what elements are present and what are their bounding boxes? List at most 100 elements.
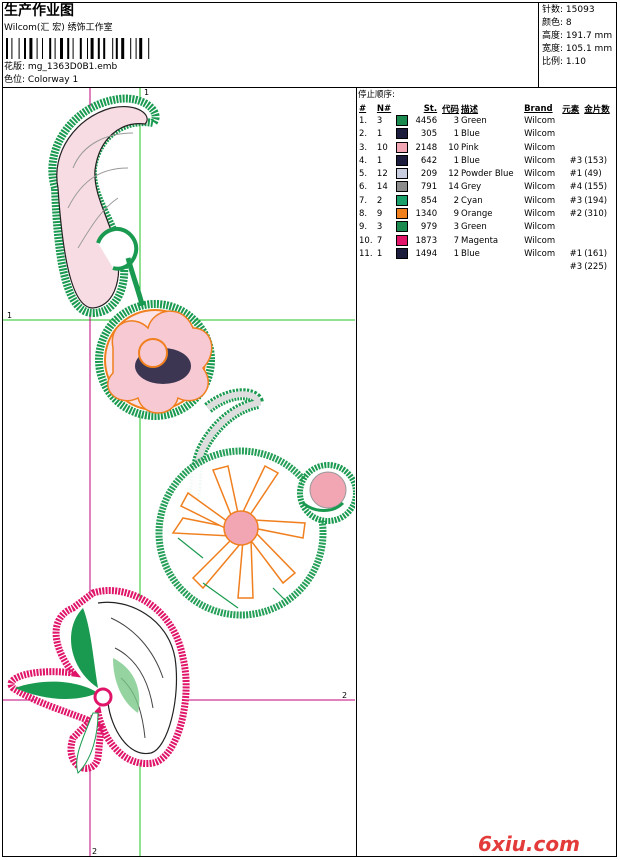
cell-element: #2 — [569, 209, 583, 220]
cell-index: 9. — [359, 222, 368, 233]
cell-needle: 10 — [376, 142, 388, 153]
cell-description: Powder Blue — [461, 169, 514, 180]
cell-needle: 2 — [376, 195, 383, 206]
design-line: 花版: mg_1363D0B1.emb — [4, 62, 117, 73]
cell-swatch — [395, 141, 411, 155]
col-sequins: 金片数 — [584, 104, 610, 115]
color-swatch — [395, 221, 408, 233]
table-row: 2. 1 305 1 Blue Wilcom — [358, 128, 615, 141]
cell-needle: 14 — [376, 182, 388, 193]
colorway-line: 色位: Colorway 1 — [4, 75, 78, 86]
stat-stitches: 针数: 15093 — [542, 5, 595, 15]
cell-swatch — [395, 115, 411, 128]
color-swatch — [395, 208, 408, 220]
cell-description: Blue — [461, 129, 480, 140]
cell-description: Grey — [461, 182, 482, 193]
cell-brand: Wilcom — [524, 222, 556, 233]
col-index: # — [359, 103, 367, 114]
table-row: 5. 12 209 12 Powder Blue Wilcom #1 (49) — [358, 168, 615, 181]
cell-swatch — [395, 154, 411, 168]
cell-brand: Wilcom — [524, 129, 556, 140]
cell-code: 2 — [453, 195, 460, 206]
color-swatch — [395, 168, 408, 180]
cell-description: Orange — [461, 209, 493, 220]
color-swatch — [395, 141, 408, 153]
cell-index: 8. — [359, 209, 368, 220]
cell-sequins — [583, 128, 615, 141]
cell-brand: Wilcom — [524, 116, 556, 126]
col-element: 元素 — [562, 104, 580, 115]
table-header-row: # N# St. 代码 描述 Brand 元素 金片数 — [358, 102, 615, 115]
table-row: 8. 9 1340 9 Orange Wilcom #2 (310) — [358, 208, 615, 221]
cell-needle: 1 — [376, 155, 383, 166]
cell-index: 7. — [359, 195, 368, 206]
cell-element: #3 — [569, 155, 583, 166]
cell-stitches: 305 — [420, 129, 438, 140]
embroidery-preview: 1 1 2 2 — [3, 88, 355, 856]
cell-index: 1. — [359, 116, 368, 126]
table-row: 11. 1 1494 1 Blue Wilcom #1 (161) — [358, 247, 615, 261]
cell-element: #3 — [569, 262, 583, 273]
design-value: mg_1363D0B1.emb — [27, 62, 118, 72]
cell-stitches: 1873 — [415, 235, 438, 246]
cell-element: #1 — [569, 248, 583, 259]
cell-element — [561, 142, 583, 155]
cell-needle: 1 — [376, 248, 383, 259]
col-stitches: St. — [423, 103, 438, 114]
cell-index: 11. — [359, 248, 373, 259]
company-name: Wilcom(汇 宏) 绣饰工作室 — [4, 23, 113, 33]
stop-sequence-table: # N# St. 代码 描述 Brand 元素 金片数 1. 3 4456 3 Gree… — [358, 102, 615, 275]
table-row: 7. 2 854 2 Cyan Wilcom #3 (194) — [358, 194, 615, 208]
table-row: 9. 3 979 3 Green Wilcom — [358, 221, 615, 234]
cell-needle: 3 — [376, 222, 383, 233]
cell-sequins: (161) — [584, 248, 608, 259]
col-needle: N# — [376, 103, 392, 114]
table-row: 10. 7 1873 7 Magenta Wilcom — [358, 234, 615, 248]
cell-sequins: (153) — [584, 155, 608, 166]
colorway-value: Colorway 1 — [27, 75, 79, 85]
stat-colors: 颜色: 8 — [542, 18, 572, 28]
col-code: 代码 — [442, 104, 460, 115]
cell-sequins — [583, 115, 615, 128]
cell-brand: Wilcom — [524, 142, 556, 153]
cell-brand: Wilcom — [524, 209, 556, 220]
cell-swatch — [395, 181, 411, 194]
cell-code: 7 — [453, 235, 460, 246]
cell-index: 10. — [359, 235, 373, 246]
cell-code: 10 — [448, 142, 460, 153]
col-brand: Brand — [524, 103, 553, 114]
cell-code: 9 — [453, 209, 460, 220]
cell-sequins: (225) — [584, 262, 608, 273]
guide-label-top: 1 — [144, 88, 149, 97]
cell-sequins — [583, 221, 615, 234]
cell-sequins: (49) — [584, 169, 602, 180]
stop-sequence-panel: 停止顺序: # N# St. 代码 描述 Brand 元素 金片数 1. 3 445… — [358, 89, 616, 275]
cell-code: 12 — [448, 169, 460, 180]
cell-code: 1 — [453, 129, 460, 140]
cell-swatch — [395, 221, 411, 234]
cell-stitches: 854 — [420, 195, 438, 206]
colorway-label: 色位: — [4, 75, 26, 85]
color-swatch — [395, 154, 408, 166]
cell-code: 1 — [453, 155, 460, 166]
cell-description: Magenta — [461, 235, 499, 246]
cell-sequins: (194) — [584, 195, 608, 206]
cell-brand: Wilcom — [524, 155, 556, 166]
cell-stitches: 2148 — [415, 142, 438, 153]
header: 生产作业图 Wilcom(汇 宏) 绣饰工作室 — [4, 3, 534, 34]
cell-swatch — [395, 194, 411, 208]
cell-index: 3. — [359, 142, 368, 153]
cell-sequins — [583, 142, 615, 155]
cell-brand: Wilcom — [524, 195, 556, 206]
color-swatch — [395, 115, 408, 126]
cell-stitches: 791 — [420, 182, 438, 193]
cell-stitches: 4456 — [415, 116, 438, 126]
cell-index: 5. — [359, 169, 368, 180]
cell-element: #1 — [569, 169, 583, 180]
panel-divider — [356, 87, 357, 857]
cell-stitches: 209 — [420, 169, 438, 180]
stop-sequence-title: 停止顺序: — [358, 90, 395, 100]
cell-index: 4. — [359, 155, 368, 166]
cell-description: Green — [461, 222, 487, 233]
cell-sequins: (155) — [584, 182, 608, 193]
